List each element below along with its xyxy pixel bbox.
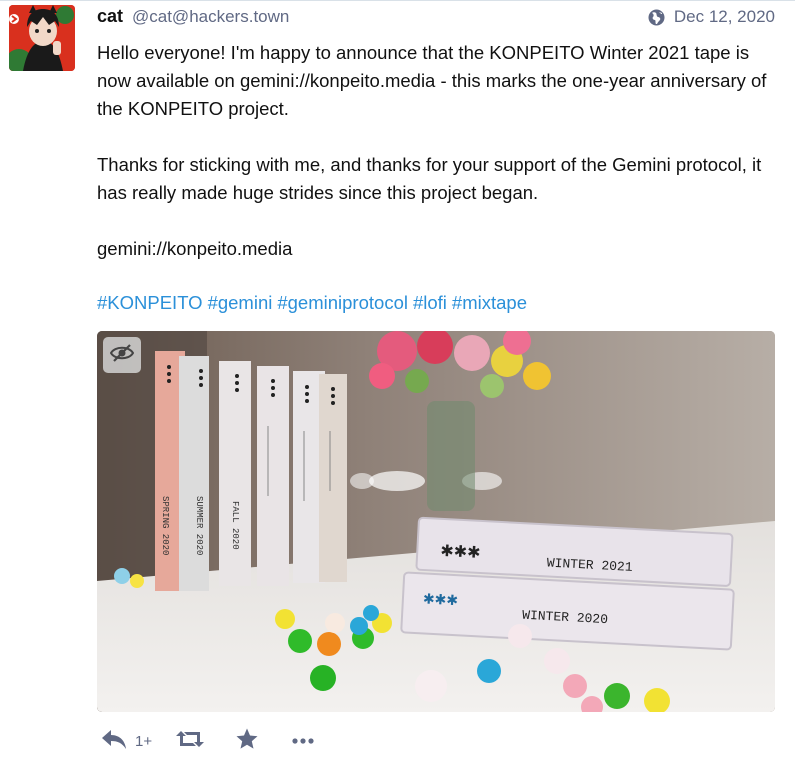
- svg-text:✱✱✱: ✱✱✱: [423, 590, 459, 608]
- media-attachment[interactable]: SPRING 2020 SUMMER 2020 FALL 2020 WINTER…: [97, 331, 775, 712]
- boost-button[interactable]: [175, 727, 205, 755]
- reply-icon: [101, 728, 127, 755]
- globe-icon: [648, 9, 665, 26]
- avatar[interactable]: [9, 5, 75, 71]
- hashtag-list: #KONPEITO #gemini #geminiprotocol #lofi #mix…: [97, 289, 777, 317]
- reply-count: 1+: [135, 732, 153, 750]
- retweet-icon: [175, 729, 205, 754]
- tape-label-fall: FALL 2020: [230, 501, 240, 550]
- more-button[interactable]: [292, 727, 314, 755]
- hashtag-link[interactable]: #gemini: [208, 292, 273, 313]
- status-header: cat @cat@hackers.town Dec 12, 2020: [97, 6, 777, 30]
- paragraph: Thanks for sticking with me, and thanks …: [97, 154, 762, 203]
- top-divider: [0, 0, 795, 1]
- star-icon: [235, 727, 259, 756]
- tape-label-summer: SUMMER 2020: [194, 496, 204, 555]
- ellipsis-icon: [292, 732, 314, 750]
- status-action-bar: 1+: [97, 727, 397, 757]
- eye-slash-icon: [109, 343, 135, 367]
- display-name[interactable]: cat: [97, 6, 123, 27]
- status-date[interactable]: Dec 12, 2020: [674, 7, 775, 27]
- paragraph: Hello everyone! I'm happy to announce th…: [97, 42, 767, 119]
- hashtag-link[interactable]: #geminiprotocol: [277, 292, 408, 313]
- svg-text:✱✱✱: ✱✱✱: [440, 543, 481, 562]
- hashtag-link[interactable]: #KONPEITO: [97, 292, 203, 313]
- hashtag-link[interactable]: #mixtape: [452, 292, 527, 313]
- favourite-button[interactable]: [235, 727, 259, 755]
- account-handle[interactable]: @cat@hackers.town: [132, 7, 289, 27]
- reply-button[interactable]: 1+: [101, 727, 152, 755]
- toggle-sensitive-button[interactable]: [103, 337, 141, 373]
- hashtag-link[interactable]: #lofi: [413, 292, 447, 313]
- gemini-link[interactable]: gemini://konpeito.media: [97, 235, 777, 263]
- tape-label-spring: SPRING 2020: [160, 496, 170, 555]
